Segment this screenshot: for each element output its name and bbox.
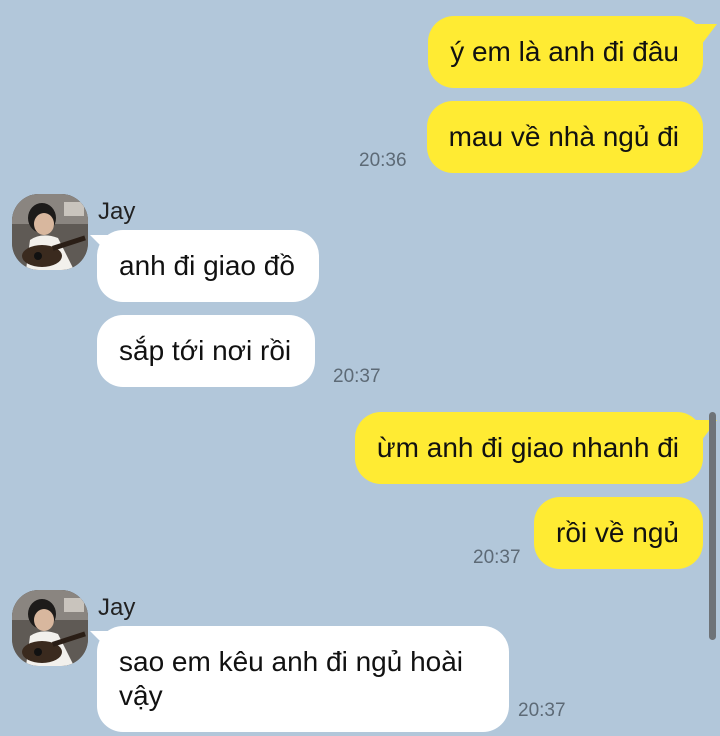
message-text: ý em là anh đi đâu — [450, 36, 679, 67]
incoming-message-bubble[interactable]: sắp tới nơi rồi — [97, 315, 316, 387]
message-text: ừm anh đi giao nhanh đi — [376, 432, 679, 463]
sender-name: Jay — [98, 198, 136, 225]
incoming-message-bubble[interactable]: sao em kêu anh đi ngủ hoài vậy — [97, 626, 509, 732]
outgoing-message-bubble[interactable]: rồi về ngủ — [534, 497, 703, 569]
message-timestamp: 20:37 — [518, 700, 566, 721]
contact-avatar[interactable] — [12, 590, 88, 666]
outgoing-message-bubble[interactable]: mau về nhà ngủ đi — [426, 101, 703, 173]
sender-name: Jay — [98, 594, 136, 621]
message-text: anh đi giao đồ — [119, 250, 295, 281]
message-text: rồi về ngủ — [556, 517, 679, 548]
profile-photo-icon — [12, 590, 88, 666]
incoming-message-bubble[interactable]: anh đi giao đồ — [97, 230, 319, 302]
profile-photo-icon — [12, 194, 88, 270]
scrollbar-thumb[interactable] — [709, 412, 716, 640]
outgoing-message-bubble[interactable]: ý em là anh đi đâu — [428, 16, 703, 88]
message-text: sắp tới nơi rồi — [119, 335, 292, 366]
contact-avatar[interactable] — [12, 194, 88, 270]
message-timestamp: 20:37 — [333, 366, 381, 387]
message-timestamp: 20:36 — [359, 150, 407, 171]
outgoing-message-bubble[interactable]: ừm anh đi giao nhanh đi — [354, 412, 703, 484]
message-text: mau về nhà ngủ đi — [448, 121, 679, 152]
message-text: sao em kêu anh đi ngủ hoài vậy — [119, 646, 464, 711]
message-timestamp: 20:37 — [473, 547, 521, 568]
